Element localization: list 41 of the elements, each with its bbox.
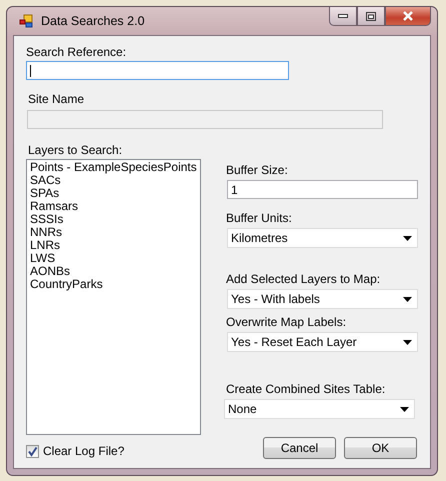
layers-label: Layers to Search: xyxy=(28,143,124,157)
buffer-size-field[interactable]: 1 xyxy=(227,180,418,199)
dialog-button[interactable]: Cancel xyxy=(263,437,336,459)
buffer-units-label: Buffer Units: xyxy=(226,211,292,225)
site-name-label: Site Name xyxy=(28,92,86,106)
dropdown-arrow-icon xyxy=(403,340,412,344)
search-reference-label: Search Reference: xyxy=(26,45,128,59)
add-layers-label: Add Selected Layers to Map: xyxy=(226,272,380,286)
minimize-button[interactable] xyxy=(329,7,357,26)
clear-log-label: Clear Log File? xyxy=(43,444,124,458)
maximize-button[interactable] xyxy=(357,7,385,26)
minimize-icon xyxy=(338,14,348,18)
layer-item[interactable]: SACs xyxy=(30,174,61,187)
layer-item[interactable]: CountryParks xyxy=(30,278,103,291)
layer-item[interactable]: SPAs xyxy=(30,187,60,200)
overwrite-labels-label: Overwrite Map Labels: xyxy=(226,315,346,329)
layer-item[interactable]: LWS xyxy=(30,252,56,265)
clear-log-checkbox[interactable] xyxy=(26,444,39,458)
layer-item[interactable]: NNRs xyxy=(30,226,62,239)
layer-item[interactable]: Ramsars xyxy=(30,200,78,213)
layers-list[interactable]: Points - ExampleSpeciesPoints SACs SPAs Ramsars SSSIs NNRs LNRs LWS AONBs CountryParks xyxy=(26,159,201,435)
combined-table-dropdown[interactable]: None xyxy=(224,399,415,419)
buffer-units-dropdown[interactable]: Kilometres xyxy=(227,228,418,248)
layer-item[interactable]: AONBs xyxy=(30,265,70,278)
close-button[interactable] xyxy=(385,7,431,26)
buffer-size-label: Buffer Size: xyxy=(226,163,288,177)
layer-item[interactable]: Points - ExampleSpeciesPoints xyxy=(30,161,197,174)
layer-item[interactable]: SSSIs xyxy=(30,213,64,226)
dropdown-arrow-icon xyxy=(403,236,412,240)
combined-table-label: Create Combined Sites Table: xyxy=(226,382,386,396)
dropdown-arrow-icon xyxy=(403,296,412,302)
window-title: Data Searches 2.0 xyxy=(41,14,145,28)
search-reference-field[interactable] xyxy=(26,61,289,80)
maximize-icon xyxy=(366,12,376,20)
layer-item[interactable]: LNRs xyxy=(30,239,60,252)
dialog-button[interactable]: OK xyxy=(344,437,417,459)
app-icon xyxy=(19,14,33,28)
dropdown-arrow-icon xyxy=(400,406,409,412)
overwrite-labels-dropdown[interactable]: Yes - Reset Each Layer xyxy=(227,332,418,352)
add-layers-dropdown[interactable]: Yes - With labels xyxy=(227,289,418,309)
close-icon xyxy=(402,11,414,21)
